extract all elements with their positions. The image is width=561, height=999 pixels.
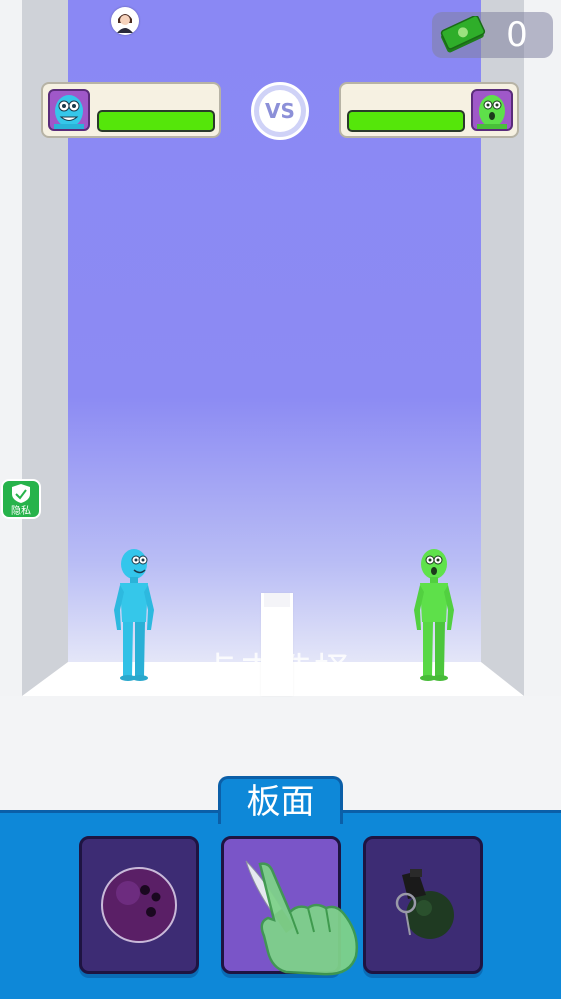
cash-counter: 0 — [432, 12, 553, 58]
opponent-health-card — [339, 82, 519, 138]
player-health-card — [41, 82, 221, 138]
versus-badge: VS — [251, 82, 309, 140]
cash-value: 0 — [506, 15, 528, 55]
player-health-bar — [97, 110, 215, 132]
weapon-slot-grenade[interactable] — [363, 836, 483, 974]
bowling-ball-icon — [101, 867, 177, 943]
versus-label: VS — [259, 90, 301, 132]
opponent-green-fighter — [414, 549, 454, 681]
player-avatar-icon[interactable] — [111, 7, 139, 35]
panel-title-tab[interactable]: 板面 — [218, 776, 343, 824]
privacy-button[interactable]: 隐私 — [1, 479, 41, 519]
center-pillar — [261, 593, 293, 696]
opponent-health-bar — [347, 110, 465, 132]
privacy-label: 隐私 — [11, 506, 31, 517]
shield-check-icon — [12, 484, 30, 503]
grenade-icon — [395, 869, 454, 939]
player-portrait — [48, 89, 90, 131]
tutorial-hand-pointer — [258, 862, 358, 976]
cash-icon — [440, 16, 486, 53]
center-pillar-top — [264, 593, 290, 607]
weapon-slot-bowling-ball[interactable] — [79, 836, 199, 974]
player-blue-fighter — [114, 549, 154, 681]
opponent-portrait — [471, 89, 513, 131]
